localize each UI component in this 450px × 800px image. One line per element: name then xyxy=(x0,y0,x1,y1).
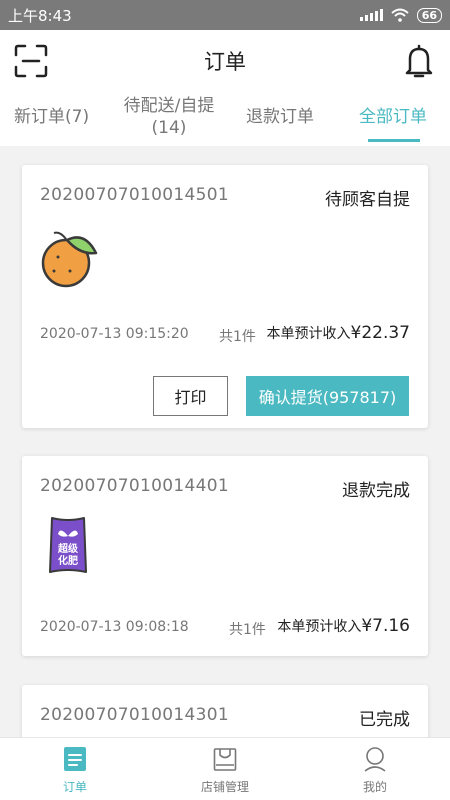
order-time: 2020-07-13 09:15:20 xyxy=(40,326,189,342)
page-title: 订单 xyxy=(204,50,246,74)
order-status: 已完成 xyxy=(359,710,410,730)
nav-label: 订单 xyxy=(62,780,87,794)
order-card[interactable]: 20200707010014401 退款完成 超级 化肥 2020-07-13 … xyxy=(22,456,428,656)
nav-orders[interactable]: 订单 xyxy=(0,738,150,800)
tab-all-orders[interactable]: 全部订单 xyxy=(359,106,427,128)
order-list-icon xyxy=(64,747,86,771)
order-number: 20200707010014401 xyxy=(40,476,229,496)
tab-count: (14) xyxy=(151,118,187,138)
order-status: 待顾客自提 xyxy=(325,190,410,210)
print-button[interactable]: 打印 xyxy=(153,376,228,416)
nav-label: 我的 xyxy=(362,780,387,794)
order-time: 2020-07-13 09:08:18 xyxy=(40,619,189,635)
signal-icon xyxy=(359,9,383,21)
order-tabs: 新订单(7) 待配送/自提 (14) 退款订单 全部订单 xyxy=(0,92,450,146)
svg-text:超级: 超级 xyxy=(57,542,79,555)
tab-new-orders[interactable]: 新订单(7) xyxy=(14,106,89,128)
battery-icon: 66 xyxy=(416,7,442,23)
estimated-income: 本单预计收入¥7.16 xyxy=(277,616,410,636)
svg-text:化肥: 化肥 xyxy=(58,554,78,567)
tab-label: 新订单(7) xyxy=(14,107,90,127)
shop-bag-icon xyxy=(213,748,237,771)
bell-icon[interactable] xyxy=(404,43,434,79)
tab-label: 退款订单 xyxy=(246,107,314,127)
scan-icon[interactable] xyxy=(14,44,48,78)
wifi-icon xyxy=(391,8,409,22)
status-time: 上午8:43 xyxy=(8,6,72,25)
user-icon xyxy=(364,747,386,772)
tab-label: 待配送/自提 xyxy=(123,96,215,116)
tab-pending-delivery[interactable]: 待配送/自提 (14) xyxy=(116,95,222,139)
income-amount: ¥22.37 xyxy=(350,323,410,343)
order-number: 20200707010014301 xyxy=(40,705,229,725)
item-count: 共1件 xyxy=(229,622,266,638)
order-status: 退款完成 xyxy=(342,481,410,501)
order-number: 20200707010014501 xyxy=(40,185,229,205)
income-label: 本单预计收入 xyxy=(277,619,362,635)
status-bar: 上午8:43 66 xyxy=(0,0,450,30)
nav-shop-management[interactable]: 店铺管理 xyxy=(150,738,300,800)
order-card[interactable]: 20200707010014501 待顾客自提 2020-07-13 09:15… xyxy=(22,165,428,428)
estimated-income: 本单预计收入¥22.37 xyxy=(267,323,410,343)
tab-label: 全部订单 xyxy=(359,107,427,127)
fertilizer-bag-image: 超级 化肥 xyxy=(49,517,87,573)
item-count: 共1件 xyxy=(219,329,256,345)
app-header: 订单 xyxy=(0,30,450,92)
nav-label: 店铺管理 xyxy=(200,780,249,794)
confirm-pickup-button[interactable]: 确认提货(957817) xyxy=(246,376,409,416)
tab-refund-orders[interactable]: 退款订单 xyxy=(246,106,314,128)
nav-mine[interactable]: 我的 xyxy=(300,738,450,800)
bottom-nav: 订单 店铺管理 我的 xyxy=(0,737,450,800)
income-label: 本单预计收入 xyxy=(266,326,351,342)
orange-product-image xyxy=(41,231,98,288)
tab-active-indicator xyxy=(368,139,420,142)
status-icons: 66 xyxy=(359,7,442,23)
income-amount: ¥7.16 xyxy=(361,616,410,636)
